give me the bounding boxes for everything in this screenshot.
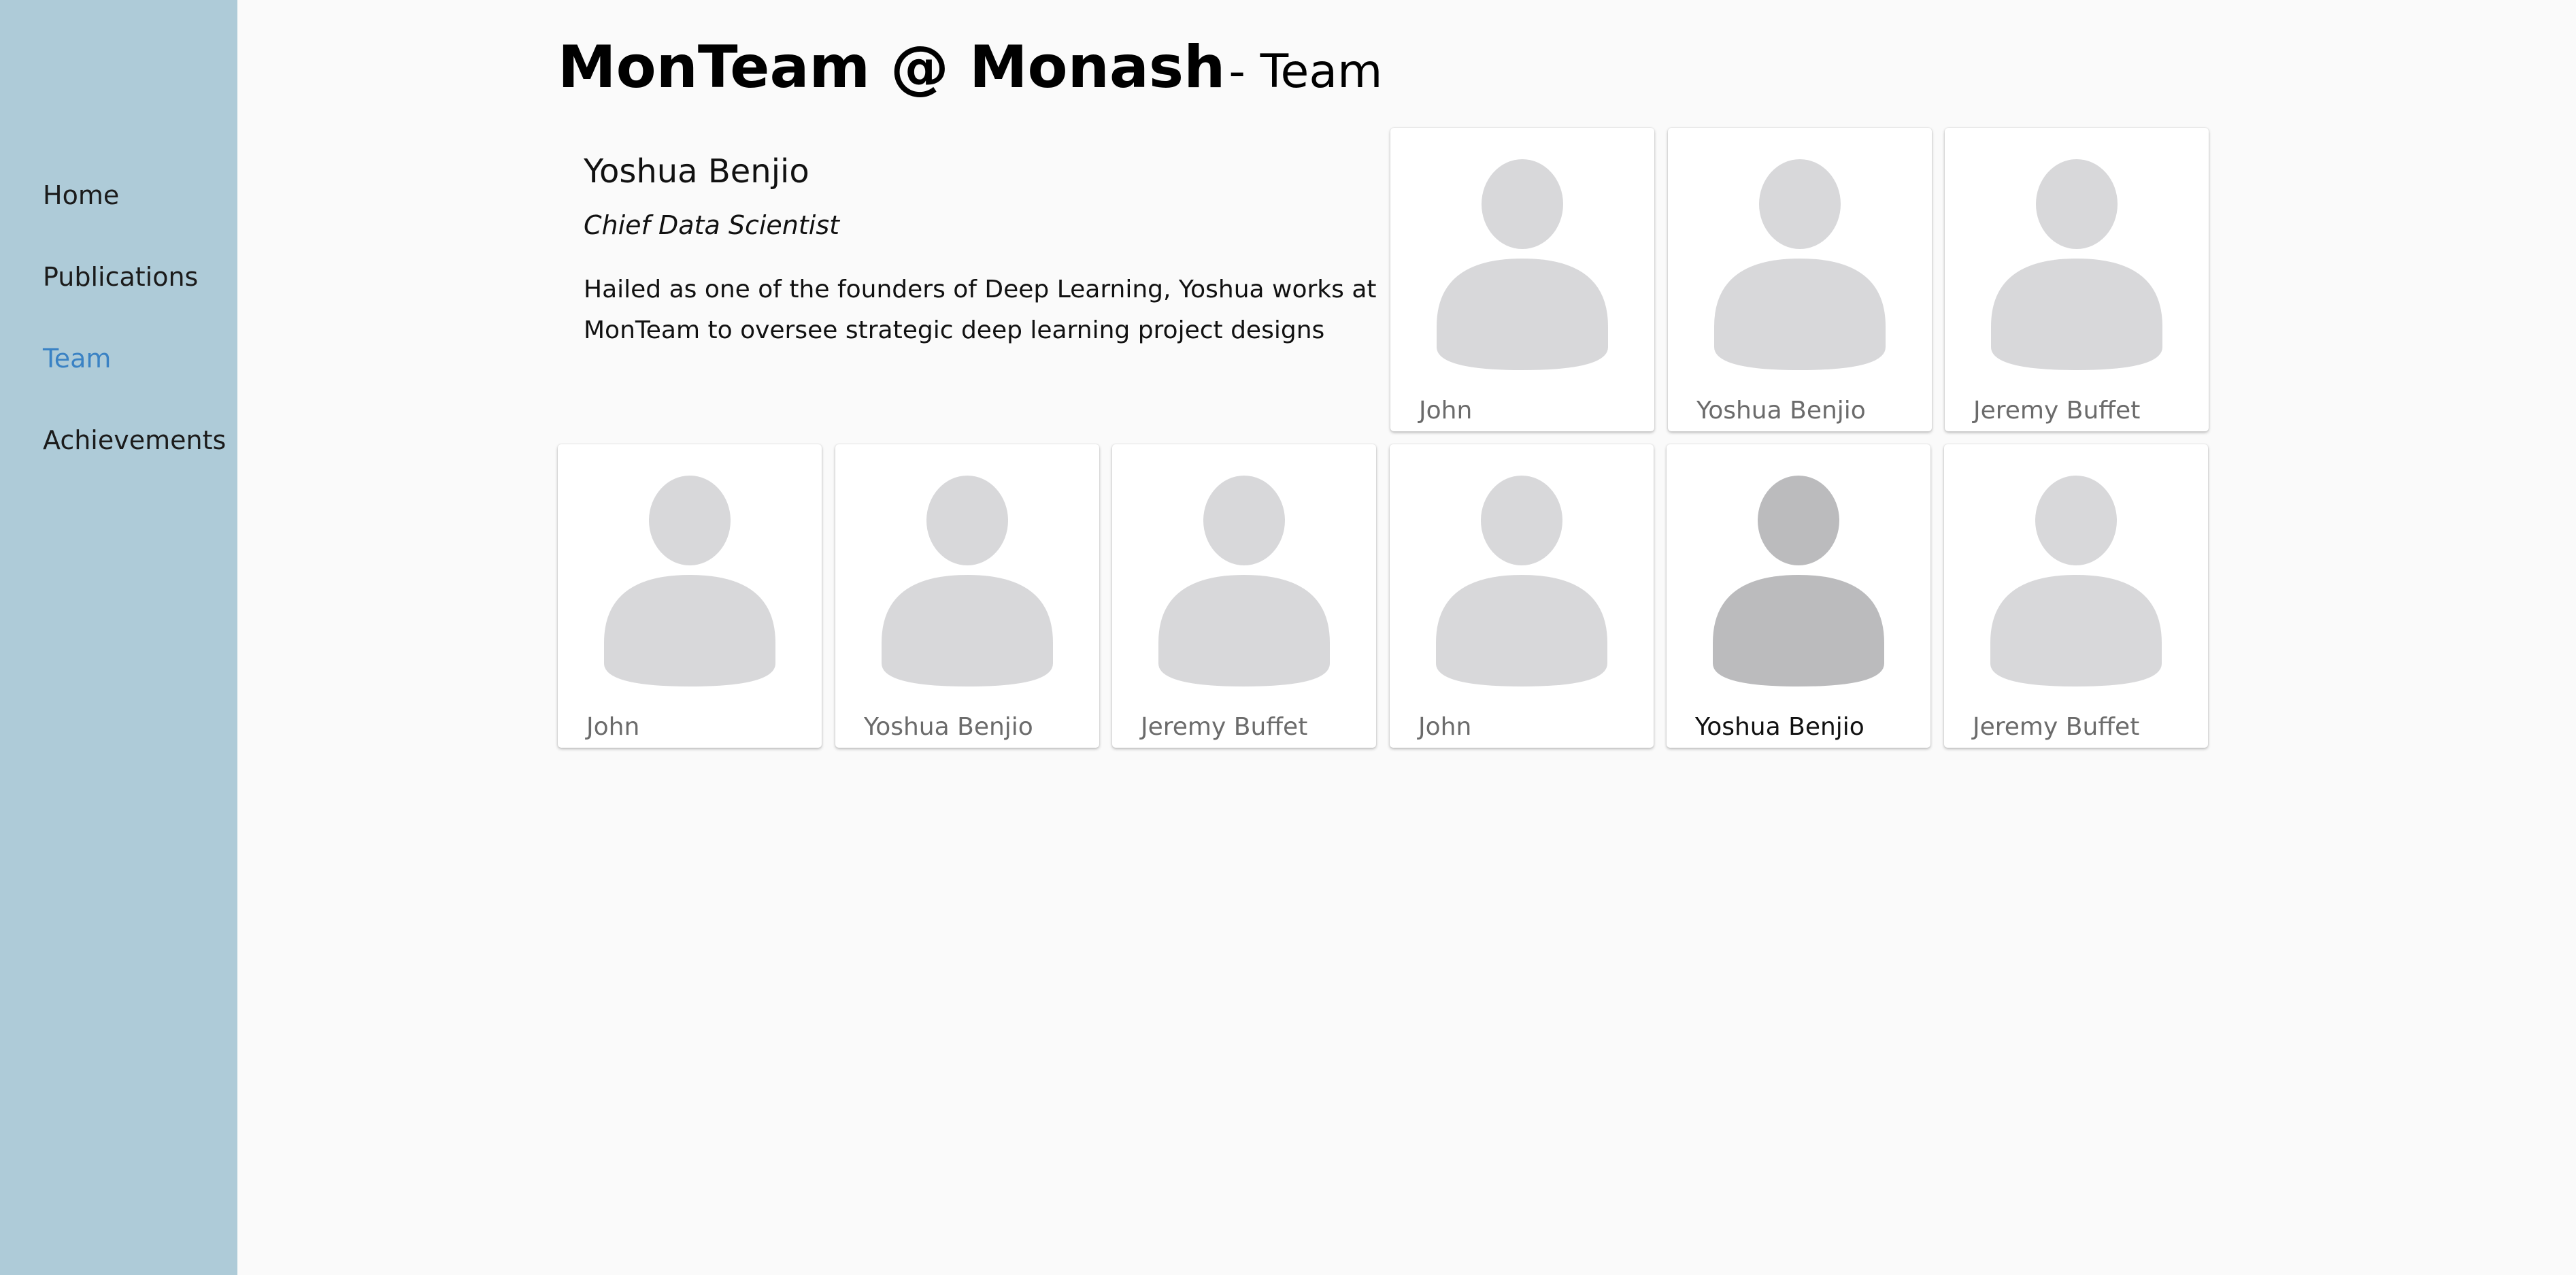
person-avatar-icon (1437, 159, 1608, 370)
team-card-name: Yoshua Benjio (1696, 397, 1866, 425)
person-avatar-icon (1714, 159, 1886, 370)
person-avatar-icon (1990, 476, 2162, 686)
team-card[interactable]: Yoshua Benjio (835, 444, 1099, 748)
page-title-main: MonTeam @ Monash (558, 33, 1226, 101)
team-card[interactable]: John (1390, 444, 1654, 748)
nav-item-home[interactable]: Home (43, 182, 119, 208)
member-role: Chief Data Scientist (584, 210, 840, 240)
team-card-name: John (1419, 397, 1473, 425)
person-avatar-icon (1713, 476, 1884, 686)
team-card[interactable]: Yoshua Benjio (1668, 128, 1932, 431)
team-card[interactable]: Jeremy Buffet (1112, 444, 1376, 748)
nav-item-team[interactable]: Team (43, 346, 111, 371)
member-detail: Yoshua Benjio Chief Data Scientist Haile… (584, 155, 1386, 351)
person-avatar-icon (1991, 159, 2162, 370)
team-card[interactable]: Jeremy Buffet (1944, 444, 2208, 748)
person-avatar-icon (1158, 476, 1330, 686)
team-card-name: Jeremy Buffet (1973, 713, 2140, 741)
person-avatar-icon (604, 476, 775, 686)
page-title: MonTeam @ Monash - Team (558, 38, 1382, 97)
page-title-sub: - Team (1228, 45, 1383, 99)
member-name: Yoshua Benjio (584, 152, 809, 191)
nav-item-achievements[interactable]: Achievements (43, 427, 226, 453)
team-card-name: John (586, 713, 640, 741)
person-avatar-icon (1436, 476, 1607, 686)
member-bio: Hailed as one of the founders of Deep Le… (584, 276, 1377, 344)
team-card-selected[interactable]: Yoshua Benjio (1667, 444, 1930, 748)
team-card[interactable]: Jeremy Buffet (1945, 128, 2209, 431)
team-card[interactable]: John (1390, 128, 1654, 431)
sidebar: Home Publications Team Achievements (0, 0, 237, 1275)
team-card-name: Jeremy Buffet (1973, 397, 2141, 425)
nav-item-publications[interactable]: Publications (43, 264, 198, 290)
team-card-name: Yoshua Benjio (1695, 713, 1864, 741)
team-card-name: John (1418, 713, 1472, 741)
team-card-name: Jeremy Buffet (1141, 713, 1308, 741)
team-card[interactable]: John (558, 444, 822, 748)
person-avatar-icon (882, 476, 1053, 686)
team-card-name: Yoshua Benjio (864, 713, 1033, 741)
